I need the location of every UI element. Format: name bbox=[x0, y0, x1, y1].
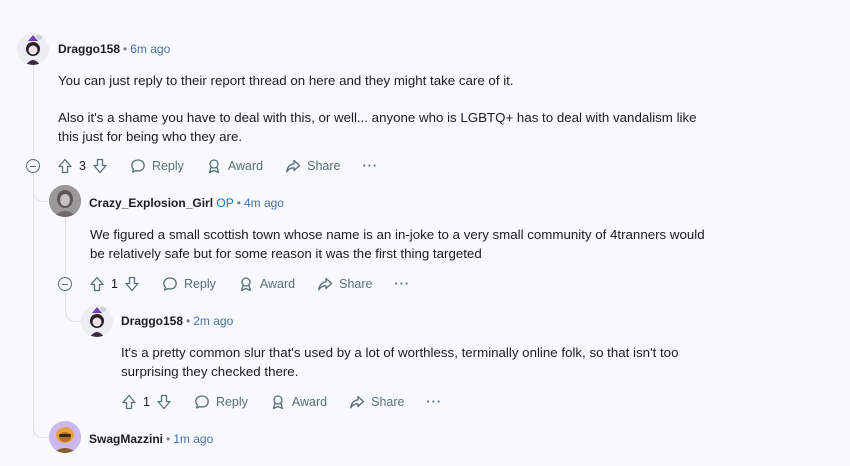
thread-elbow bbox=[33, 420, 50, 438]
reply-icon bbox=[163, 277, 177, 291]
author-name[interactable]: Crazy_Explosion_Girl bbox=[89, 196, 213, 210]
award-label: Award bbox=[291, 395, 328, 409]
award-icon bbox=[208, 159, 220, 174]
reply-button[interactable]: Reply bbox=[162, 276, 216, 292]
comment-body: We figured a small scottish town whose n… bbox=[90, 225, 710, 263]
avatar[interactable] bbox=[17, 33, 49, 65]
author-name[interactable]: Draggo158 bbox=[121, 314, 183, 328]
more-icon: ··· bbox=[426, 395, 442, 409]
meta-separator: • bbox=[236, 196, 241, 210]
share-button[interactable]: Share bbox=[317, 276, 373, 292]
award-button[interactable]: Award bbox=[206, 158, 263, 174]
upvote-icon[interactable] bbox=[57, 158, 73, 174]
meta-separator: • bbox=[186, 314, 191, 328]
meta-separator: • bbox=[166, 432, 171, 446]
avatar[interactable] bbox=[49, 421, 81, 453]
downvote-icon[interactable] bbox=[156, 394, 172, 410]
vote-count: 1 bbox=[143, 395, 150, 409]
author-name[interactable]: SwagMazzini bbox=[89, 432, 163, 446]
vote-group: 1 bbox=[121, 394, 172, 410]
downvote-icon[interactable] bbox=[124, 276, 140, 292]
award-label: Award bbox=[227, 159, 264, 173]
vote-count: 3 bbox=[79, 159, 86, 173]
comment-body: You can just reply to their report threa… bbox=[58, 71, 718, 146]
more-button[interactable]: ··· bbox=[427, 395, 443, 409]
comment-paragraph: You can just reply to their report threa… bbox=[58, 73, 514, 88]
timestamp[interactable]: 4m ago bbox=[244, 196, 284, 210]
comment-paragraph: Also it's a shame you have to deal with … bbox=[58, 110, 697, 144]
share-icon bbox=[350, 395, 365, 409]
reply-button[interactable]: Reply bbox=[130, 158, 184, 174]
comment-actions: 1 Reply Award Share ··· bbox=[121, 392, 464, 412]
award-button[interactable]: Award bbox=[238, 276, 295, 292]
reply-icon bbox=[195, 395, 209, 409]
comment-meta: Draggo158 • 6m ago bbox=[58, 41, 170, 57]
award-icon bbox=[272, 395, 284, 410]
reply-button[interactable]: Reply bbox=[194, 394, 248, 410]
vote-group: 1 bbox=[89, 276, 140, 292]
collapse-icon[interactable] bbox=[58, 277, 72, 291]
comment-meta: Crazy_Explosion_Girl OP • 4m ago bbox=[89, 195, 284, 211]
comment-meta: SwagMazzini • 1m ago bbox=[89, 431, 213, 447]
reply-icon bbox=[131, 159, 145, 173]
collapse-icon[interactable] bbox=[26, 159, 40, 173]
comment-actions: 3 Reply Award Share ··· bbox=[57, 156, 400, 176]
share-label: Share bbox=[371, 395, 405, 409]
comment-paragraph: We figured a small scottish town whose n… bbox=[90, 227, 705, 261]
downvote-icon[interactable] bbox=[92, 158, 108, 174]
upvote-icon[interactable] bbox=[89, 276, 105, 292]
thread-elbow bbox=[33, 184, 50, 202]
comment-paragraph: It's a pretty common slur that's used by… bbox=[121, 345, 679, 379]
meta-separator: • bbox=[123, 42, 128, 56]
author-name[interactable]: Draggo158 bbox=[58, 42, 120, 56]
avatar[interactable] bbox=[49, 185, 81, 217]
timestamp[interactable]: 2m ago bbox=[193, 314, 233, 328]
comment-body: It's a pretty common slur that's used by… bbox=[121, 343, 731, 381]
more-icon: ··· bbox=[394, 277, 410, 291]
avatar[interactable] bbox=[81, 305, 113, 337]
share-label: Share bbox=[339, 277, 373, 291]
thread-line bbox=[33, 174, 34, 436]
vote-count: 1 bbox=[111, 277, 118, 291]
op-badge: OP bbox=[216, 196, 234, 210]
reply-label: Reply bbox=[215, 395, 248, 409]
share-icon bbox=[318, 277, 333, 291]
reply-label: Reply bbox=[151, 159, 184, 173]
share-label: Share bbox=[307, 159, 341, 173]
award-icon bbox=[240, 277, 252, 292]
vote-group: 3 bbox=[57, 158, 108, 174]
timestamp[interactable]: 1m ago bbox=[173, 432, 213, 446]
upvote-icon[interactable] bbox=[121, 394, 137, 410]
share-button[interactable]: Share bbox=[285, 158, 341, 174]
more-button[interactable]: ··· bbox=[363, 159, 379, 173]
reply-label: Reply bbox=[183, 277, 216, 291]
thread-line bbox=[33, 64, 34, 154]
award-button[interactable]: Award bbox=[270, 394, 327, 410]
more-button[interactable]: ··· bbox=[395, 277, 411, 291]
thread-elbow bbox=[65, 292, 82, 322]
share-button[interactable]: Share bbox=[349, 394, 405, 410]
share-icon bbox=[286, 159, 301, 173]
timestamp[interactable]: 6m ago bbox=[130, 42, 170, 56]
award-label: Award bbox=[259, 277, 296, 291]
thread-line bbox=[65, 218, 66, 274]
more-icon: ··· bbox=[362, 159, 378, 173]
comment-meta: Draggo158 • 2m ago bbox=[121, 313, 233, 329]
comment-actions: 1 Reply Award Share ··· bbox=[89, 274, 432, 294]
